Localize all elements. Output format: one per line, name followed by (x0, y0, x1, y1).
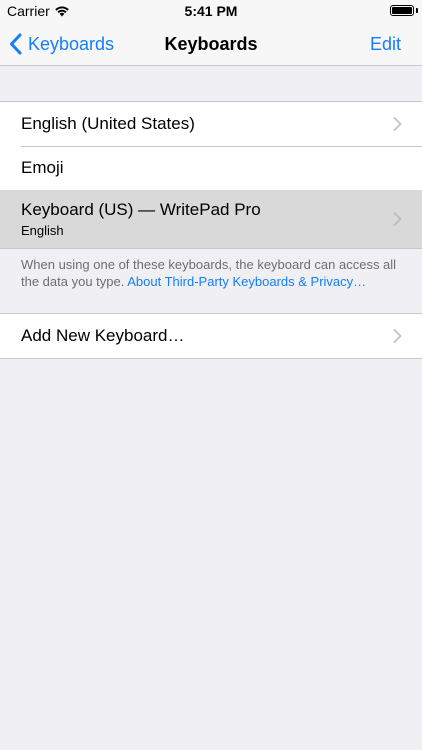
keyboard-item-english[interactable]: English (United States) (0, 102, 422, 146)
page-title: Keyboards (164, 34, 258, 54)
keyboard-item-label: Keyboard (US) — WritePad Pro (21, 199, 261, 219)
keyboard-item-emoji[interactable]: Emoji (0, 146, 422, 190)
keyboard-item-label: English (United States) (21, 114, 195, 133)
add-new-keyboard-button[interactable]: Add New Keyboard… (0, 314, 422, 358)
privacy-link[interactable]: About Third-Party Keyboards & Privacy… (127, 274, 366, 289)
chevron-right-icon (393, 117, 402, 132)
keyboards-list: English (United States) Emoji Keyboard (… (0, 101, 422, 249)
keyboard-item-writepad[interactable]: Keyboard (US) — WritePad Pro English (0, 190, 422, 248)
chevron-right-icon (393, 212, 402, 227)
battery-icon (390, 5, 414, 16)
chevron-right-icon (393, 329, 402, 344)
status-time: 5:41 PM (184, 3, 238, 19)
add-keyboard-group: Add New Keyboard… (0, 313, 422, 359)
edit-button[interactable]: Edit (370, 22, 401, 66)
privacy-note: When using one of these keyboards, the k… (21, 256, 411, 290)
navigation-bar: Keyboards Keyboards Edit (0, 22, 422, 66)
keyboard-item-subtitle: English (21, 222, 64, 238)
status-bar: Carrier 5:41 PM (0, 0, 422, 22)
battery-tip (416, 8, 418, 13)
battery-level (392, 7, 412, 14)
add-new-keyboard-label: Add New Keyboard… (21, 326, 185, 345)
keyboard-item-label: Emoji (21, 158, 64, 177)
